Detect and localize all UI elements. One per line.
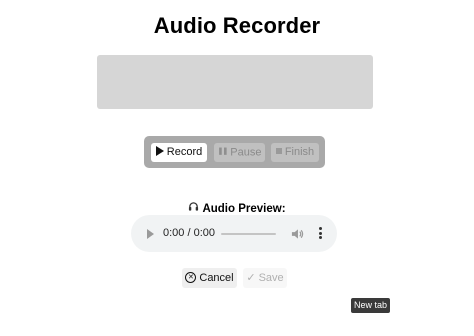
finish-button[interactable]: Finish [271,143,319,162]
save-button[interactable]: ✓ Save [243,268,287,288]
cancel-button-label: Cancel [199,272,234,284]
player-play-button[interactable] [147,229,154,239]
play-icon [155,146,164,157]
volume-icon[interactable] [291,227,304,245]
player-time: 0:00 / 0:00 [163,227,215,239]
new-tab-tooltip: New tab [351,298,390,313]
pause-icon: ❚❚ [217,148,229,155]
player-seek-bar[interactable] [221,233,276,235]
record-button-label: Record [166,146,203,158]
close-circle-icon: ✕ [185,271,197,283]
stop-icon [275,148,282,155]
pause-button-label: Pause [230,146,262,159]
audio-visualizer [97,55,373,109]
finish-button-label: Finish [284,146,315,158]
audio-player: 0:00 / 0:00 [131,215,337,252]
cancel-button[interactable]: ✕ Cancel [182,268,237,288]
more-options-icon[interactable] [319,227,323,241]
save-button-label: Save [258,272,284,284]
headphones-icon [188,201,199,215]
recording-controls: Record ❚❚ Pause Finish [144,136,325,168]
page-title: Audio Recorder [153,13,321,38]
pause-button[interactable]: ❚❚ Pause [214,143,265,162]
record-button[interactable]: Record [151,143,207,162]
audio-preview-heading: Audio Preview: [0,202,474,216]
checkmark-icon: ✓ [246,272,259,284]
audio-preview-label: Audio Preview: [202,203,286,216]
